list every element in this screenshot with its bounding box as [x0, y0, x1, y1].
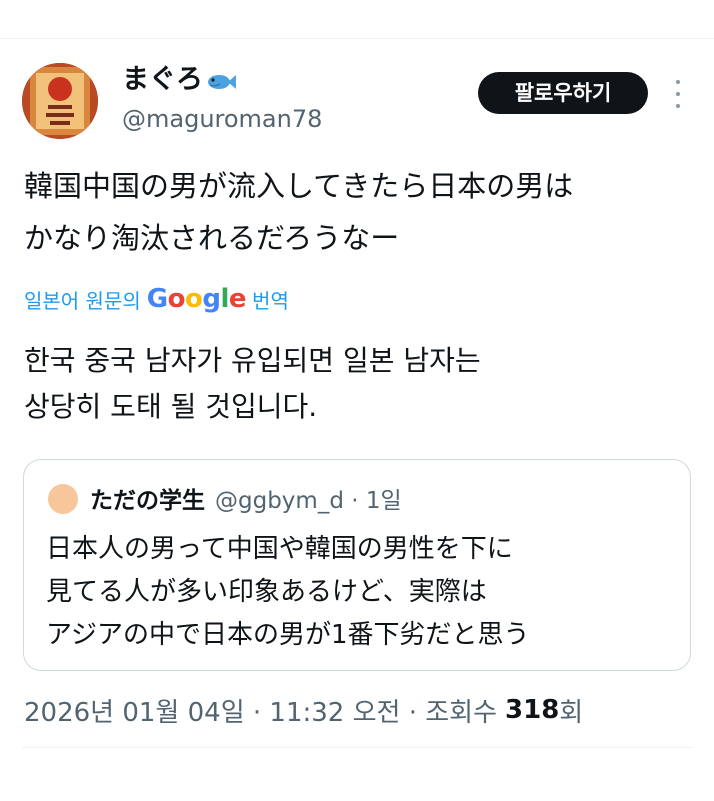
quoted-tweet-text: 日本人の男って中国や韓国の男性を下に 見てる人が多い印象あるけど、実際は アジア… — [46, 534, 530, 650]
tweet-meta: 2026년 01월 04일 · 11:32 오전 · 조회수 318 회 — [24, 690, 583, 730]
avatar-image — [22, 63, 98, 139]
top-divider — [0, 38, 714, 39]
more-options-icon[interactable] — [670, 80, 686, 108]
google-logo: Google — [146, 284, 247, 314]
quoted-tweet-header: ただの学生 @ggbym_d · 1일 — [90, 480, 402, 516]
avatar[interactable] — [22, 63, 98, 139]
translation-suffix: 번역 — [252, 288, 289, 313]
display-name[interactable]: まぐろ — [122, 64, 237, 96]
author-handle[interactable]: @maguroman78 — [122, 104, 322, 134]
quoted-author-handle-time: @ggbym_d · 1일 — [215, 488, 402, 514]
view-count-unit: 회 — [559, 697, 584, 728]
quoted-tweet-card[interactable]: ただの学生 @ggbym_d · 1일 日本人の男って中国や韓国の男性を下に 見… — [23, 459, 691, 671]
follow-button[interactable]: 팔로우하기 — [478, 72, 648, 114]
quoted-author-name[interactable]: ただの学生 — [90, 481, 205, 515]
translated-text: 한국 중국 남자가 유입되면 일본 남자는 상당히 도태 될 것입니다. — [24, 344, 481, 423]
fish-icon — [205, 69, 237, 91]
tweet-text: 韓国中国の男が流入してきたら日本の男は かなり淘汰されるだろうなー — [24, 169, 574, 255]
display-name-text: まぐろ — [122, 64, 203, 95]
view-count: 318 — [505, 695, 560, 725]
tweet-timestamp[interactable]: 2026년 01월 04일 · 11:32 오전 · 조회수 — [24, 692, 497, 729]
translation-prefix: 일본어 원문의 — [24, 288, 141, 313]
quoted-author-avatar[interactable] — [48, 484, 78, 514]
translation-attribution[interactable]: 일본어 원문의 Google 번역 — [24, 281, 289, 317]
bottom-divider — [22, 747, 692, 748]
